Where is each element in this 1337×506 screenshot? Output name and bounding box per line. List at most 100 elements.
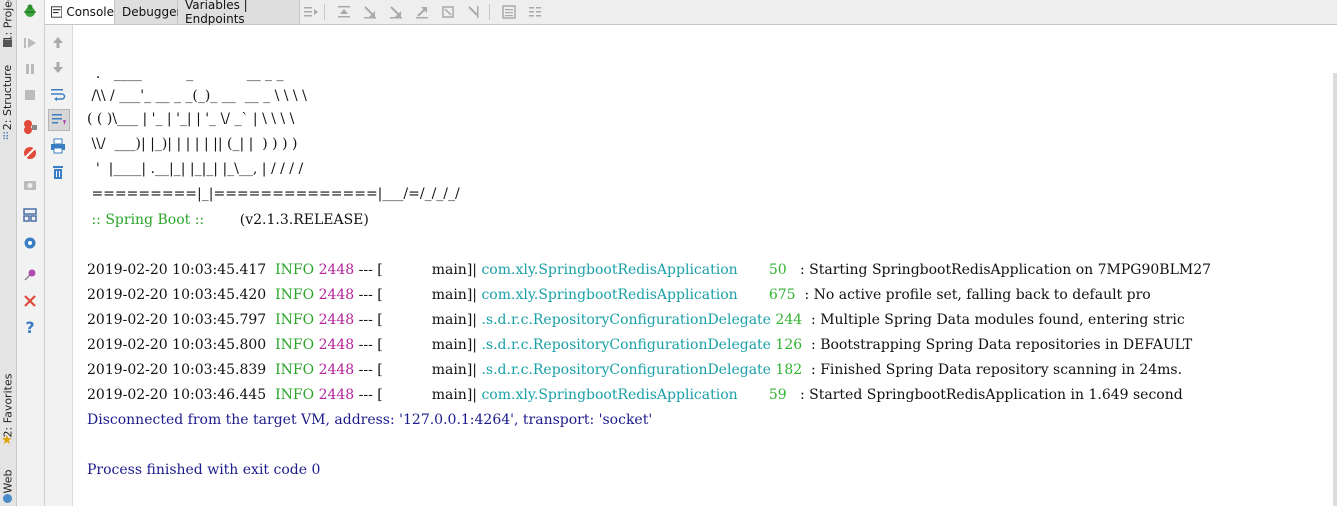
tool-window-strip: 1: Project 2: Structure ⠿ 2: Favorites ★… xyxy=(0,0,17,506)
log-pid: 2448 xyxy=(318,337,355,353)
banner-line: /\\ / ___'_ __ _ _(_)_ __ __ _ \ \ \ \ xyxy=(87,88,307,104)
vertical-scrollbar[interactable] xyxy=(1333,73,1337,506)
tab-debugger[interactable]: Debugger xyxy=(115,0,182,24)
run-to-cursor-icon[interactable] xyxy=(465,3,483,21)
log-logger[interactable]: com.xly.SpringbootRedisApplication xyxy=(481,387,764,403)
log-message: : No active profile set, falling back to… xyxy=(800,287,1151,303)
log-message: : Multiple Spring Data modules found, en… xyxy=(806,312,1185,328)
restore-layout-icon[interactable] xyxy=(21,206,39,224)
banner-line: ' |____| .__|_| |_|_| |_\__, | / / / / xyxy=(87,161,304,177)
resume-icon[interactable] xyxy=(21,34,39,52)
log-timestamp: 2019-02-20 10:03:45.417 xyxy=(87,262,267,278)
log-timestamp: 2019-02-20 10:03:45.800 xyxy=(87,337,267,353)
log-timestamp: 2019-02-20 10:03:45.420 xyxy=(87,287,267,303)
step-over-icon[interactable] xyxy=(335,3,353,21)
log-line-number: 126 xyxy=(775,337,807,353)
debug-toolbar: ? xyxy=(17,0,45,506)
log-line: 2019-02-20 10:03:45.420 INFO 2448 --- [ … xyxy=(87,286,1151,304)
log-level: INFO xyxy=(275,337,315,353)
favorites-tool-tab[interactable]: 2: Favorites xyxy=(0,368,16,443)
log-line-number: 59 xyxy=(768,387,796,403)
log-level: INFO xyxy=(275,287,315,303)
log-timestamp: 2019-02-20 10:03:45.797 xyxy=(87,312,267,328)
log-pid: 2448 xyxy=(318,312,355,328)
show-execution-point-icon[interactable] xyxy=(302,3,320,21)
spring-boot-label: :: Spring Boot :: xyxy=(87,212,209,228)
project-tool-tab[interactable]: 1: Project xyxy=(0,0,16,42)
disconnected-message: Disconnected from the target VM, address… xyxy=(87,412,653,428)
debug-bug-icon[interactable] xyxy=(21,2,39,20)
force-step-into-icon[interactable] xyxy=(387,3,405,21)
log-level: INFO xyxy=(275,262,315,278)
log-level: INFO xyxy=(275,312,315,328)
log-pid: 2448 xyxy=(318,362,355,378)
web-tool-label: Web xyxy=(1,469,15,493)
console-toolbar xyxy=(45,25,73,506)
log-message: : Finished Spring Data repository scanni… xyxy=(806,362,1187,378)
log-line-number: 675 xyxy=(768,287,800,303)
scroll-to-end-icon[interactable] xyxy=(48,109,70,131)
tab-variables-endpoints[interactable]: Variables | Endpoints xyxy=(178,0,300,26)
log-level: INFO xyxy=(275,362,315,378)
log-level: INFO xyxy=(275,387,315,403)
log-logger[interactable]: com.xly.SpringbootRedisApplication xyxy=(481,287,764,303)
view-breakpoints-icon[interactable] xyxy=(21,118,39,136)
project-tool-label: 1: Project xyxy=(1,0,15,42)
log-timestamp: 2019-02-20 10:03:46.445 xyxy=(87,387,267,403)
log-line: 2019-02-20 10:03:45.800 INFO 2448 --- [ … xyxy=(87,336,1197,354)
log-pid: 2448 xyxy=(318,287,355,303)
drop-frame-icon[interactable] xyxy=(439,3,457,21)
console-output[interactable]: . ____ _ __ _ _ /\\ / ___'_ __ _ _(_)_ _… xyxy=(73,25,1337,506)
stop-icon[interactable] xyxy=(21,86,39,104)
spring-boot-version-line: :: Spring Boot :: (v2.1.3.RELEASE) xyxy=(87,211,369,229)
web-tool-tab[interactable]: Web xyxy=(0,466,16,496)
console-icon xyxy=(51,6,63,18)
banner-line: \\/ ___)| |_)| | | | | || (_| | ) ) ) ) xyxy=(87,136,298,152)
down-arrow-icon[interactable] xyxy=(49,59,67,77)
log-logger[interactable]: .s.d.r.c.RepositoryConfigurationDelegate xyxy=(481,337,770,353)
print-icon[interactable] xyxy=(49,137,67,155)
star-icon: ★ xyxy=(1,433,13,448)
help-icon[interactable]: ? xyxy=(21,318,39,337)
trace-current-stream-icon[interactable] xyxy=(526,3,544,21)
log-pid: 2448 xyxy=(318,387,355,403)
project-icon xyxy=(3,40,12,47)
log-logger[interactable]: com.xly.SpringbootRedisApplication xyxy=(481,262,764,278)
tab-debugger-label: Debugger xyxy=(122,5,182,19)
log-logger[interactable]: .s.d.r.c.RepositoryConfigurationDelegate xyxy=(481,312,770,328)
favorites-tool-label: 2: Favorites xyxy=(1,373,15,438)
camera-icon[interactable] xyxy=(21,176,39,194)
banner-line: ( ( )\___ | '_ | '_| | '_ \/ _` | \ \ \ … xyxy=(87,111,295,127)
log-timestamp: 2019-02-20 10:03:45.839 xyxy=(87,362,267,378)
log-thread: --- [ main]| xyxy=(354,312,478,328)
settings-gear-icon[interactable] xyxy=(21,234,39,252)
tab-variables-label: Variables | Endpoints xyxy=(185,0,248,26)
trash-icon[interactable] xyxy=(49,163,67,181)
log-logger[interactable]: .s.d.r.c.RepositoryConfigurationDelegate xyxy=(481,362,770,378)
pause-icon[interactable] xyxy=(21,60,39,78)
log-thread: --- [ main]| xyxy=(354,337,478,353)
spring-boot-version: (v2.1.3.RELEASE) xyxy=(208,212,369,228)
banner-line: . ____ _ __ _ _ xyxy=(87,66,284,82)
structure-tool-tab[interactable]: 2: Structure xyxy=(0,62,16,132)
log-line-number: 244 xyxy=(775,312,807,328)
log-message: : Bootstrapping Spring Data repositories… xyxy=(806,337,1197,353)
tab-console[interactable]: Console xyxy=(45,0,115,24)
log-line-number: 182 xyxy=(775,362,807,378)
step-out-icon[interactable] xyxy=(413,3,431,21)
log-line: 2019-02-20 10:03:45.839 INFO 2448 --- [ … xyxy=(87,361,1187,379)
log-message: : Starting SpringbootRedisApplication on… xyxy=(795,262,1212,278)
step-into-icon[interactable] xyxy=(361,3,379,21)
structure-tool-label: 2: Structure xyxy=(1,64,15,130)
mute-breakpoints-icon[interactable] xyxy=(21,144,39,162)
up-arrow-icon[interactable] xyxy=(49,33,67,51)
evaluate-expression-icon[interactable] xyxy=(500,3,518,21)
close-icon[interactable] xyxy=(21,292,39,310)
debug-tab-bar: Console Debugger Variables | Endpoints xyxy=(45,0,1337,26)
process-finished-message: Process finished with exit code 0 xyxy=(87,462,321,478)
pin-icon[interactable] xyxy=(21,266,39,284)
log-line: 2019-02-20 10:03:46.445 INFO 2448 --- [ … xyxy=(87,386,1183,404)
soft-wrap-icon[interactable] xyxy=(49,85,67,103)
log-thread: --- [ main]| xyxy=(354,387,478,403)
web-icon xyxy=(3,494,12,503)
